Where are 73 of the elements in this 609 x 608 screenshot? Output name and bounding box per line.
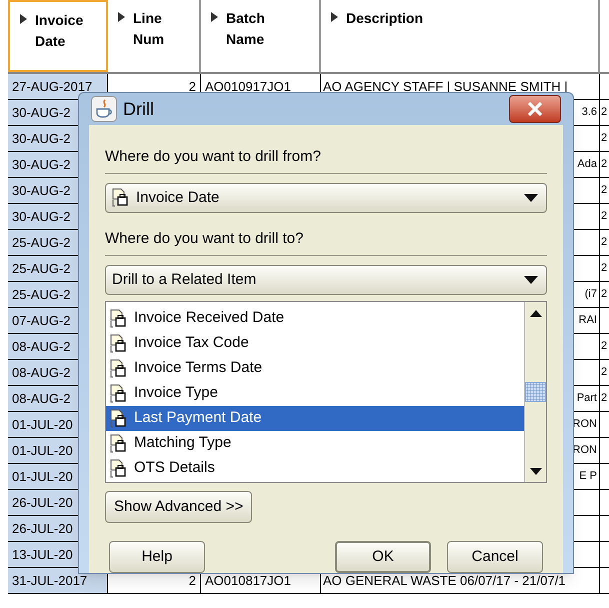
table-cell-text: 2: [601, 157, 608, 172]
drill-from-dropdown[interactable]: Invoice Date: [105, 183, 547, 213]
table-cell-text: 01-JUL-20: [12, 416, 73, 434]
table-cell-text: 2: [601, 287, 608, 302]
table-cell-text: 2: [601, 339, 608, 354]
column-header[interactable]: Batch Name: [201, 0, 321, 72]
table-cell-text: 25-AUG-2: [12, 260, 71, 278]
table-cell-text: 2: [601, 131, 608, 146]
table-cell-text: 25-AUG-2: [12, 286, 71, 304]
table-cell-text: AO GENERAL WASTE 06/07/17 - 21/07/1: [323, 572, 566, 590]
triangle-icon: [20, 14, 27, 24]
table-cell-text: 2: [601, 209, 608, 224]
table-cell-text: 30-AUG-2: [12, 130, 71, 148]
scrollbar[interactable]: [524, 302, 546, 482]
table-cell-text: 2: [188, 78, 196, 96]
table-cell-text: 2: [188, 572, 196, 590]
dialog-button[interactable]: Help: [109, 541, 205, 573]
dialog-title: Drill: [123, 98, 154, 120]
table-cell-text: 30-AUG-2: [12, 156, 71, 174]
list-item[interactable]: Invoice Received Date: [106, 306, 524, 331]
table-cell-text: 30-AUG-2: [12, 104, 71, 122]
triangle-icon: [331, 12, 338, 22]
table-cell-text: 08-AUG-2: [12, 338, 71, 356]
table-cell-text: 07-AUG-2: [12, 312, 71, 330]
table-cell-text: 13-JUL-20: [12, 546, 73, 564]
table-cell-text: 08-AUG-2: [12, 390, 71, 408]
drill-to-dropdown[interactable]: Drill to a Related Item: [105, 265, 547, 295]
dialog-button[interactable]: Cancel: [447, 541, 543, 573]
table-cell-text: Part: [576, 391, 597, 406]
table-cell-text: 26-JUL-20: [12, 520, 73, 538]
table-cell-text: 2: [601, 261, 608, 276]
caret-icon: [524, 276, 538, 284]
list-item[interactable]: OTS Details: [106, 456, 524, 481]
table-cell-text: 01-JUL-20: [12, 442, 73, 460]
table-cell-text: Ada: [577, 157, 597, 172]
drill-to-label: Where do you want to drill to?: [105, 230, 304, 247]
list-item[interactable]: Invoice Terms Date: [106, 356, 524, 381]
table-cell-text: E P: [579, 469, 597, 484]
table-cell-text: 2: [601, 105, 608, 120]
table-cell-text: RAI: [578, 313, 597, 328]
table-cell-text: 30-AUG-2: [12, 182, 71, 200]
table-cell-text: 27-AUG-2017: [12, 78, 92, 96]
column-header[interactable]: Invoice Date: [8, 0, 108, 72]
table-cell-text: 30-AUG-2: [12, 208, 71, 226]
table-cell-text: 31-JUL-2017: [12, 572, 88, 590]
scroll-thumb[interactable]: [525, 382, 546, 402]
table-cell-text: (i7: [584, 287, 597, 302]
table-cell-text: 2: [601, 391, 608, 406]
table-cell-text: 25-AUG-2: [12, 234, 71, 252]
table-cell-text: 01-JUL-20: [12, 468, 73, 486]
table-cell-text: 2: [601, 365, 608, 380]
column-header[interactable]: Line Num: [108, 0, 201, 72]
drill-from-label: Where do you want to drill from?: [105, 148, 321, 165]
dialog-button[interactable]: OK: [335, 541, 431, 573]
table-cell-text: 08-AUG-2: [12, 364, 71, 382]
coffee-cup-icon: [91, 96, 117, 122]
caret-icon: [524, 194, 538, 202]
list-item[interactable]: Invoice Type: [106, 381, 524, 406]
show-advanced-button[interactable]: Show Advanced >>: [105, 491, 252, 523]
table-cell-text: AO010817JO1: [205, 572, 292, 590]
list-item[interactable]: Invoice Tax Code: [106, 331, 524, 356]
list-item[interactable]: Matching Type: [106, 431, 524, 456]
table-cell-text: 26-JUL-20: [12, 494, 73, 512]
table-cell-text: AO010917JO1: [205, 78, 292, 96]
close-icon: [527, 102, 543, 116]
triangle-icon: [118, 12, 125, 22]
close-button[interactable]: [509, 95, 561, 123]
table-cell-text: 2: [601, 183, 608, 198]
list-item[interactable]: Last Payment Date: [106, 406, 524, 431]
triangle-icon: [211, 12, 218, 22]
column-header[interactable]: Description: [321, 0, 600, 72]
table-cell-text: 3.6: [582, 105, 597, 120]
table-cell-text: 2: [601, 235, 608, 250]
